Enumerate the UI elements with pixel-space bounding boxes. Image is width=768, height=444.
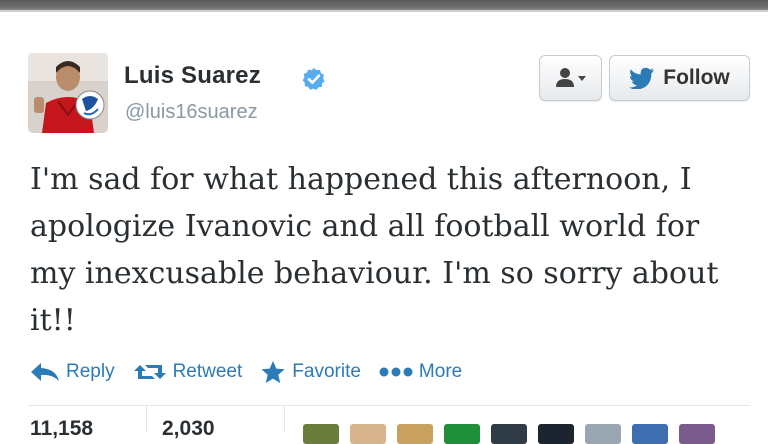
more-action[interactable]: More	[379, 361, 462, 383]
retweet-count[interactable]: 11,158	[30, 417, 93, 441]
star-icon	[261, 361, 285, 383]
follow-button[interactable]: Follow	[609, 55, 750, 101]
favorite-count[interactable]: 2,030	[162, 417, 215, 441]
retweet-icon	[133, 365, 166, 379]
favoriter-avatar[interactable]	[632, 424, 668, 444]
favorite-action[interactable]: Favorite	[260, 360, 361, 384]
favoriter-avatar[interactable]	[491, 424, 527, 444]
tweet-actions: Reply Retweet Favorite More	[30, 357, 480, 387]
favorite-label: Favorite	[292, 361, 361, 382]
reply-action[interactable]: Reply	[30, 361, 115, 383]
user-dropdown-icon	[555, 68, 586, 87]
more-dots-icon	[379, 367, 413, 377]
retweet-action[interactable]: Retweet	[133, 361, 243, 383]
favoriter-avatar[interactable]	[679, 424, 715, 444]
stats-divider	[28, 405, 750, 406]
twitter-bird-icon	[629, 67, 655, 89]
more-label: More	[418, 361, 463, 382]
reply-label: Reply	[66, 361, 115, 382]
user-actions-button[interactable]	[539, 55, 602, 101]
follow-label: Follow	[663, 66, 730, 89]
tweet-text: I'm sad for what happened this afternoon…	[30, 162, 719, 338]
favoriter-avatar[interactable]	[585, 424, 621, 444]
user-handle[interactable]: @luis16suarez	[125, 101, 258, 124]
avatar[interactable]	[28, 53, 108, 133]
favoriters-avatars	[303, 424, 726, 444]
stats-separator	[146, 405, 147, 432]
browser-top-strip	[0, 0, 768, 12]
reply-icon	[31, 363, 59, 381]
favoriter-avatar[interactable]	[303, 424, 339, 444]
verified-badge-icon	[302, 68, 325, 90]
stats-separator	[284, 405, 285, 432]
avatar-photo	[28, 53, 108, 133]
display-name[interactable]: Luis Suarez	[124, 62, 261, 90]
favoriter-avatar[interactable]	[397, 424, 433, 444]
favoriter-avatar[interactable]	[350, 424, 386, 444]
favoriter-avatar[interactable]	[538, 424, 574, 444]
favoriter-avatar[interactable]	[444, 424, 480, 444]
retweet-label: Retweet	[172, 361, 243, 382]
